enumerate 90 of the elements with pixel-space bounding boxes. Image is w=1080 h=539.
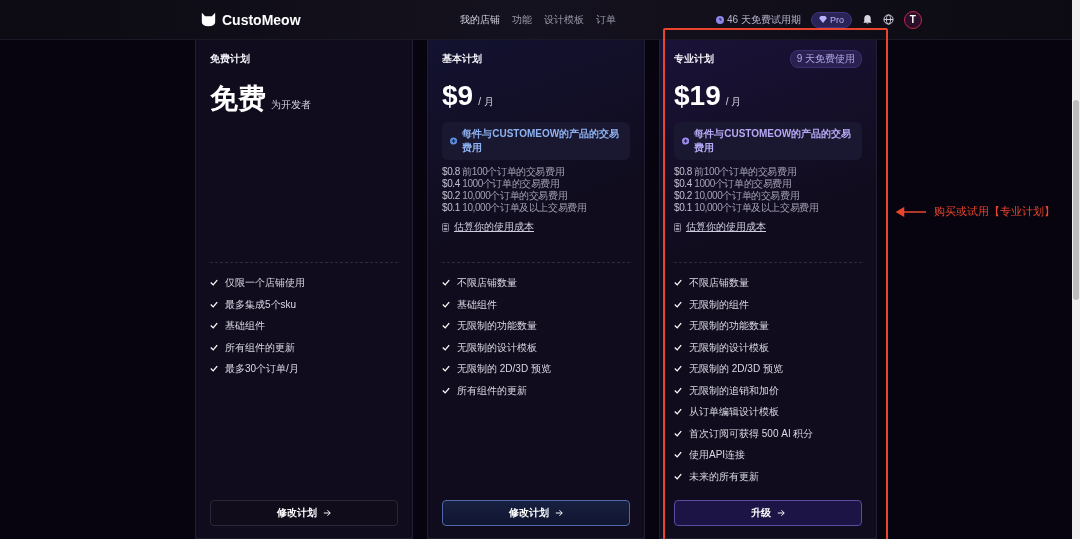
bell-icon[interactable] [861, 14, 873, 25]
plan-button[interactable]: 修改计划 [442, 500, 630, 526]
fee-tier-text: $0.2 10,000个订单的交易费用 [674, 190, 801, 202]
plus-icon [450, 137, 458, 145]
check-icon [674, 472, 682, 480]
check-icon [674, 343, 682, 351]
plan-price: $9 [442, 80, 474, 112]
feature-text: 无限制的功能数量 [689, 320, 769, 332]
fee-tier-text: $0.8 前100个订单的交易费用 [674, 166, 798, 178]
check-icon [210, 343, 218, 351]
plan-title: 专业计划 [674, 52, 714, 66]
arrow-right-icon [323, 509, 331, 517]
feature-text: 基础组件 [225, 320, 265, 332]
estimate-link[interactable]: 估算你的使用成本 [686, 220, 766, 234]
feature-text: 无限制的设计模板 [689, 341, 769, 353]
annotation-arrow [896, 206, 926, 217]
check-icon [442, 343, 450, 351]
arrow-right-icon [555, 509, 563, 517]
check-icon [210, 279, 218, 287]
fee-text: 每件与CUSTOMEOW的产品的交易费用 [694, 127, 853, 155]
feature-text: 不限店铺数量 [689, 277, 749, 289]
brand-name: CustoMeow [222, 11, 301, 28]
check-icon [674, 386, 682, 394]
feature-text: 最多集成5个sku [225, 298, 297, 310]
fee-tier-text: $0.4 1000个订单的交易费用 [442, 178, 561, 190]
feature-text: 从订单编辑设计模板 [689, 406, 779, 418]
feature-text: 未来的所有更新 [689, 470, 759, 482]
fee-tier-text: $0.1 10,000个订单及以上交易费用 [674, 202, 820, 214]
calculator-icon [442, 222, 449, 232]
plus-icon [682, 137, 690, 145]
feature-text: 仅限一个店铺使用 [225, 277, 305, 289]
feature-text: 不限店铺数量 [457, 277, 517, 289]
nav-link[interactable]: 订单 [596, 12, 616, 27]
diamond-icon [818, 16, 827, 23]
fee-tier-text: $0.2 10,000个订单的交易费用 [442, 190, 569, 202]
globe-icon[interactable] [882, 14, 894, 25]
price-unit: / 月 [478, 95, 494, 109]
scrollbar-thumb[interactable] [1073, 100, 1079, 300]
check-icon [442, 279, 450, 287]
feature-text: 无限制的组件 [689, 298, 749, 310]
check-icon [674, 279, 682, 287]
nav-link[interactable]: 我的店铺 [460, 12, 500, 27]
check-icon [210, 365, 218, 373]
price-unit: / 月 [725, 95, 742, 109]
feature-text: 最多30个订单/月 [225, 363, 299, 375]
calculator-icon [674, 222, 681, 232]
plan-badge[interactable]: Pro [810, 11, 852, 28]
plan-price: $19 [674, 80, 721, 112]
feature-text: 无限制的设计模板 [457, 341, 537, 353]
fee-tier-text: $0.8 前100个订单的交易费用 [442, 166, 566, 178]
feature-text: 无限制的 2D/3D 预览 [457, 363, 551, 375]
check-icon [442, 386, 450, 394]
check-icon [674, 451, 682, 459]
price-unit: 为开发者 [271, 98, 311, 112]
check-icon [442, 365, 450, 373]
check-icon [442, 300, 450, 308]
avatar[interactable]: T [903, 10, 922, 29]
check-icon [210, 322, 218, 330]
feature-text: 无限制的功能数量 [457, 320, 537, 332]
trial-badge: 9 天免费使用 [789, 50, 862, 68]
plan-button[interactable]: 修改计划 [210, 500, 398, 526]
fee-tier-text: $0.1 10,000个订单及以上交易费用 [442, 202, 588, 214]
check-icon [674, 322, 682, 330]
check-icon [210, 300, 218, 308]
estimate-link[interactable]: 估算你的使用成本 [454, 220, 534, 234]
feature-text: 无限制的追销和加价 [689, 384, 779, 396]
check-icon [674, 300, 682, 308]
annotation-text: 购买或试用【专业计划】 [934, 204, 1055, 219]
feature-text: 无限制的 2D/3D 预览 [689, 363, 783, 375]
feature-text: 基础组件 [457, 298, 497, 310]
check-icon [674, 408, 682, 416]
plan-button[interactable]: 升级 [674, 500, 862, 526]
feature-text: 首次订阅可获得 500 AI 积分 [689, 427, 814, 439]
plan-title: 免费计划 [210, 52, 250, 66]
fee-text: 每件与CUSTOMEOW的产品的交易费用 [462, 127, 621, 155]
nav-link[interactable]: 功能 [512, 12, 532, 27]
nav-link[interactable]: 设计模板 [544, 12, 584, 27]
check-icon [674, 365, 682, 373]
arrow-right-icon [777, 509, 785, 517]
feature-text: 使用API连接 [689, 449, 746, 461]
feature-text: 所有组件的更新 [457, 384, 527, 396]
cat-logo-icon [200, 12, 217, 27]
feature-text: 所有组件的更新 [225, 341, 295, 353]
trial-text: 46 天免费试用期 [727, 12, 801, 27]
check-icon [674, 429, 682, 437]
check-icon [442, 322, 450, 330]
clock-icon [716, 15, 724, 24]
fee-tier-text: $0.4 1000个订单的交易费用 [674, 178, 793, 190]
plan-price: 免费 [210, 82, 266, 116]
plan-title: 基本计划 [442, 52, 482, 66]
